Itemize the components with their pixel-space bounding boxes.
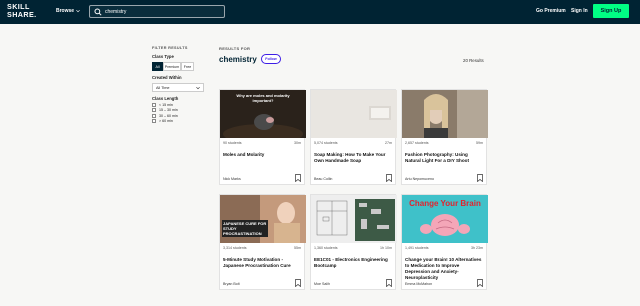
class-card[interactable]: JAPANESE CURE FOR STUDY PROCRASTINATION … <box>219 194 306 290</box>
length-option[interactable]: < 15 min <box>152 102 212 107</box>
class-author[interactable]: Emma McMahon <box>405 282 432 286</box>
class-title[interactable]: 5-Minute Study Motivation - Japanese Pro… <box>223 257 301 269</box>
bookmark-icon[interactable] <box>386 279 392 287</box>
length-label: 30 – 60 min <box>159 113 178 118</box>
results-label: RESULTS FOR <box>219 46 251 51</box>
class-duration: 59m <box>476 141 483 145</box>
circuit-thumbnail-image <box>311 195 397 243</box>
class-meta: 5,074 students 27m <box>314 141 392 145</box>
class-thumbnail[interactable] <box>311 90 397 138</box>
class-title[interactable]: Moles and Molarity <box>223 152 301 158</box>
bookmark-icon[interactable] <box>295 279 301 287</box>
student-count: 3,314 students <box>223 246 247 250</box>
checkbox[interactable] <box>152 113 156 118</box>
search-box[interactable] <box>89 5 225 18</box>
class-card[interactable]: 1,360 students 1h 10m EE1C01 - Electroni… <box>310 194 397 290</box>
browse-menu[interactable]: Browse <box>56 8 80 14</box>
browse-label: Browse <box>56 8 75 14</box>
class-author[interactable]: Nick Marks <box>223 177 241 181</box>
thumbnail-caption: Why are moles and molarity important? <box>236 93 290 103</box>
results-query: chemistry <box>219 55 257 64</box>
class-card[interactable]: Why are moles and molarity important? 90… <box>219 89 306 185</box>
class-title[interactable]: Soap Making: How To Make Your Own Handma… <box>314 152 392 164</box>
class-duration: 3h 23m <box>471 246 483 250</box>
top-nav: SKILL SHARE. Browse Go Premium Sign In S… <box>0 0 640 24</box>
results-count: 20 Results <box>463 58 484 63</box>
class-duration: 55m <box>294 246 301 250</box>
follow-button[interactable]: Follow <box>261 54 281 64</box>
filter-title: FILTER RESULTS <box>152 46 188 50</box>
class-meta: 1,360 students 1h 10m <box>314 246 392 250</box>
class-thumbnail[interactable] <box>311 195 397 243</box>
chevron-down-icon <box>76 9 80 13</box>
class-type-all[interactable]: All <box>152 62 163 71</box>
student-count: 5,074 students <box>314 141 338 145</box>
class-card[interactable]: 5,074 students 27m Soap Making: How To M… <box>310 89 397 185</box>
length-label: 15 – 30 min <box>159 108 178 112</box>
class-title[interactable]: EE1C01 - Electronics Engineering Bootcam… <box>314 257 392 269</box>
class-length-heading: Class Length <box>152 96 179 101</box>
class-author[interactable]: Moe Salih <box>314 282 330 286</box>
student-count: 1,491 students <box>405 246 429 250</box>
class-title[interactable]: Change your Brain! 10 Alternatives to Me… <box>405 257 483 281</box>
class-thumbnail[interactable]: Change Your Brain <box>402 195 488 243</box>
student-count: 90 students <box>223 141 242 145</box>
created-within-value: All Time <box>156 85 170 90</box>
bookmark-icon[interactable] <box>477 279 483 287</box>
class-thumbnail[interactable]: JAPANESE CURE FOR STUDY PROCRASTINATION <box>220 195 306 243</box>
thumbnail-caption: JAPANESE CURE FOR STUDY PROCRASTINATION <box>222 220 268 237</box>
fashion-thumbnail-image <box>402 90 488 138</box>
class-type-free[interactable]: Free <box>181 62 194 71</box>
search-input[interactable] <box>105 8 220 15</box>
class-type-heading: Class Type <box>152 54 174 59</box>
sign-up-button[interactable]: Sign Up <box>593 4 629 18</box>
class-meta: 2,657 students 59m <box>405 141 483 145</box>
class-meta: 90 students 30m <box>223 141 301 145</box>
filter-panel: FILTER RESULTS Class Type All Premium Fr… <box>152 46 212 123</box>
class-meta: 1,491 students 3h 23m <box>405 246 483 250</box>
class-duration: 1h 10m <box>380 246 392 250</box>
created-within-heading: Created Within <box>152 75 182 80</box>
go-premium-link[interactable]: Go Premium <box>536 8 566 14</box>
length-label: < 15 min <box>159 102 173 107</box>
search-icon <box>94 7 102 16</box>
class-meta: 3,314 students 55m <box>223 246 301 250</box>
checkbox[interactable] <box>152 119 156 123</box>
checkbox[interactable] <box>152 102 156 107</box>
created-within-select[interactable]: All Time <box>152 83 204 92</box>
length-label: > 60 min <box>159 119 173 123</box>
bookmark-icon[interactable] <box>386 174 392 182</box>
length-option[interactable]: 15 – 30 min <box>152 108 212 112</box>
class-duration: 27m <box>385 141 392 145</box>
class-card[interactable]: 2,657 students 59m Fashion Photography: … <box>401 89 488 185</box>
length-option[interactable]: > 60 min <box>152 119 212 123</box>
class-author[interactable]: Bryan Bolt <box>223 282 240 286</box>
student-count: 2,657 students <box>405 141 429 145</box>
soap-thumbnail-image <box>311 90 397 138</box>
class-title[interactable]: Fashion Photography: Using Natural Light… <box>405 152 483 164</box>
student-count: 1,360 students <box>314 246 338 250</box>
skillshare-logo[interactable]: SKILL SHARE. <box>7 3 37 19</box>
class-duration: 30m <box>294 141 301 145</box>
checkbox[interactable] <box>152 108 156 112</box>
length-option[interactable]: 30 – 60 min <box>152 113 212 118</box>
class-type-premium[interactable]: Premium <box>163 62 181 71</box>
bookmark-icon[interactable] <box>295 174 301 182</box>
class-card[interactable]: Change Your Brain 1,491 students 3h 23m … <box>401 194 488 290</box>
bookmark-icon[interactable] <box>477 174 483 182</box>
class-type-toggle: All Premium Free <box>152 62 212 71</box>
class-thumbnail[interactable]: Why are moles and molarity important? <box>220 90 306 138</box>
class-thumbnail[interactable] <box>402 90 488 138</box>
class-author[interactable]: Artu Nepomuceno <box>405 177 434 181</box>
sign-in-link[interactable]: Sign In <box>571 8 588 14</box>
class-author[interactable]: Beau Collin <box>314 177 332 181</box>
chevron-down-icon <box>196 86 200 89</box>
thumbnail-caption: Change Your Brain <box>409 199 481 208</box>
logo-line-2: SHARE. <box>7 10 37 19</box>
